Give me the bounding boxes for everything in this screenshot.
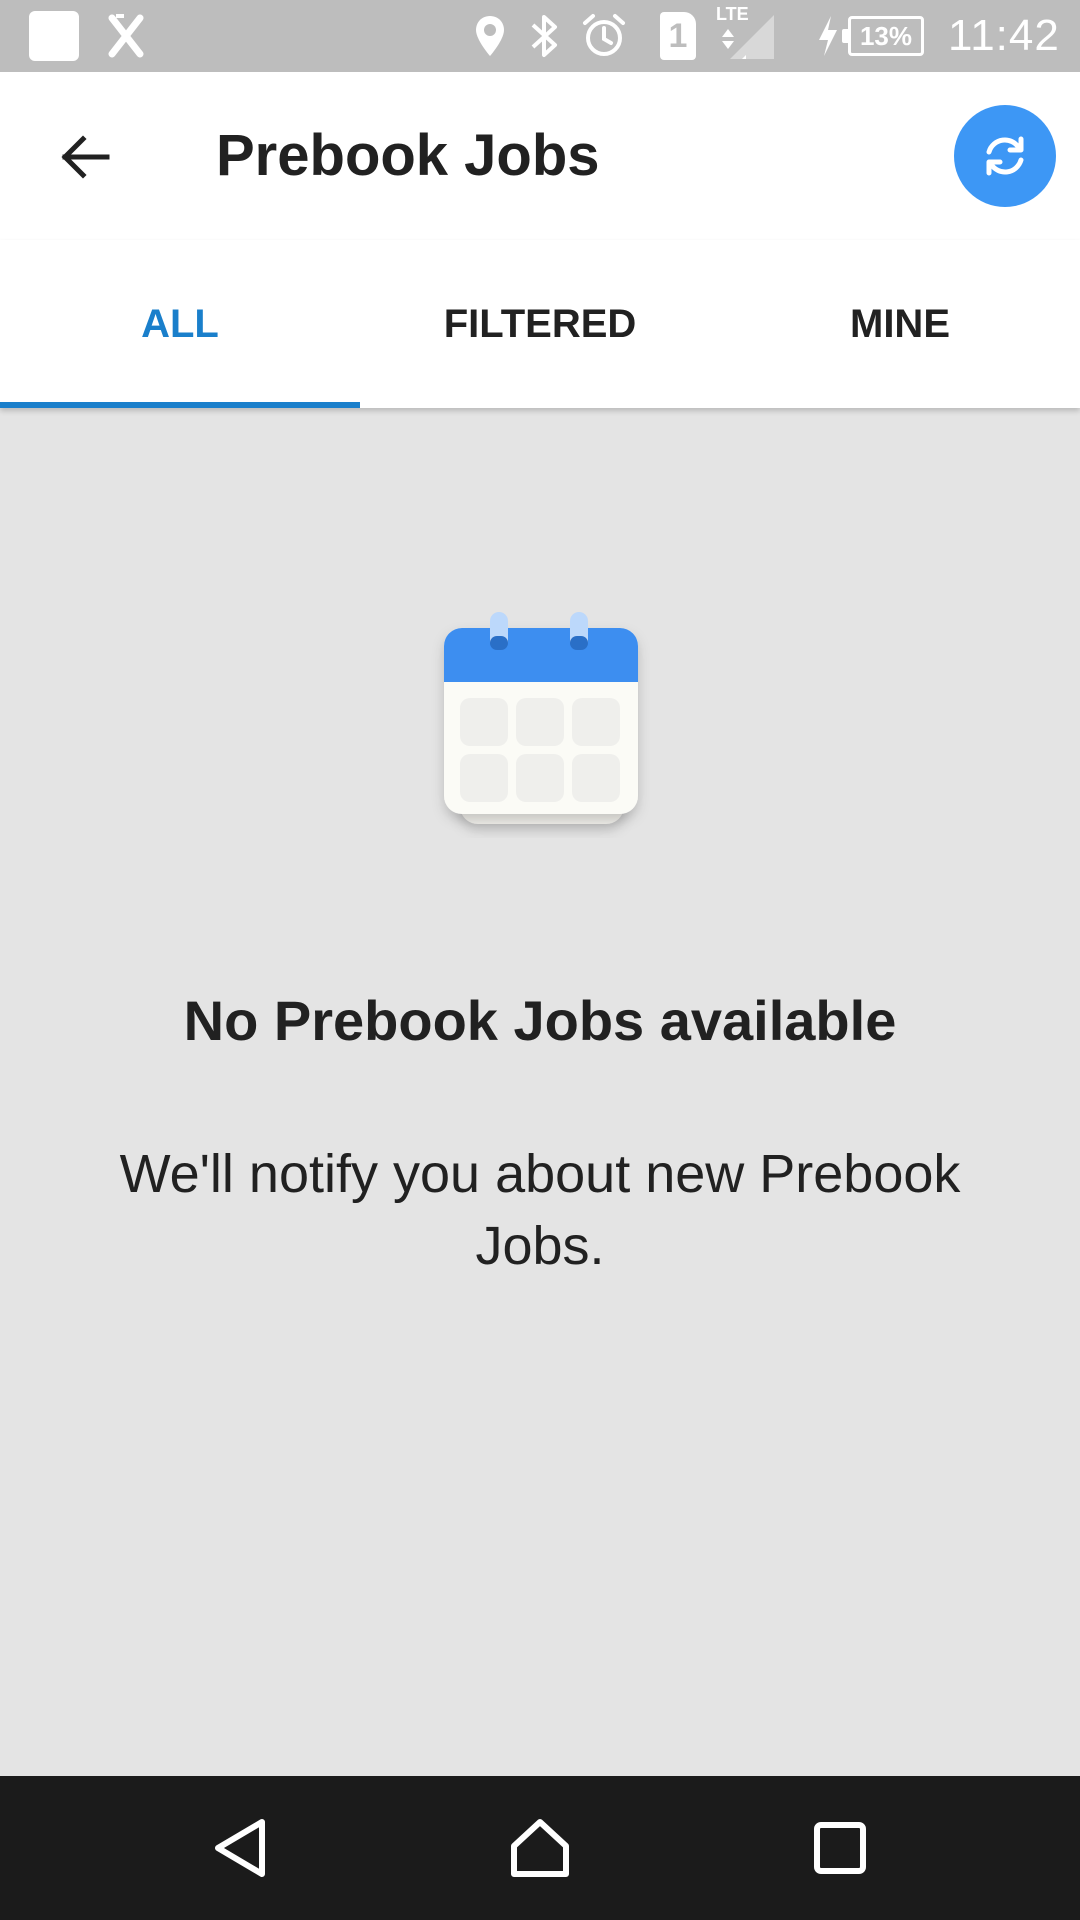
calendar-icon — [430, 598, 650, 838]
navigation-bar — [0, 1776, 1080, 1920]
back-triangle-icon — [215, 1819, 265, 1877]
sim-slot-label: 1 — [660, 12, 696, 60]
recents-square-icon — [814, 1822, 866, 1874]
empty-state-message: We'll notify you about new Prebook Jobs. — [119, 1144, 961, 1276]
back-button[interactable] — [40, 112, 130, 202]
tab-mine[interactable]: MINE — [720, 240, 1080, 408]
home-icon — [511, 1819, 569, 1877]
screen: 1 LTE 13% 11:42 Prebook Jobs ALL FILTERE… — [0, 0, 1080, 1920]
nav-recents-button[interactable] — [790, 1798, 890, 1898]
notification-square-icon — [28, 0, 80, 72]
tab-filtered[interactable]: FILTERED — [360, 240, 720, 408]
page-title: Prebook Jobs — [216, 123, 600, 188]
nav-home-button[interactable] — [490, 1798, 590, 1898]
signal-icon — [712, 0, 778, 72]
battery-icon: 13% — [842, 0, 926, 72]
sim-icon: 1 — [656, 0, 700, 72]
arrow-back-icon — [61, 135, 110, 179]
x-app-icon — [100, 0, 152, 72]
refresh-button[interactable] — [954, 105, 1056, 207]
nav-back-button[interactable] — [190, 1798, 290, 1898]
empty-state: No Prebook Jobs available We'll notify y… — [0, 408, 1080, 1776]
battery-percent: 13% — [859, 20, 913, 51]
location-icon — [468, 0, 512, 72]
refresh-icon — [986, 136, 1024, 176]
tab-all[interactable]: ALL — [0, 240, 360, 408]
status-bar: 1 LTE 13% 11:42 — [0, 0, 1080, 72]
empty-state-title: No Prebook Jobs available — [183, 989, 897, 1052]
app-bar: Prebook Jobs — [0, 72, 1080, 240]
alarm-icon — [576, 0, 632, 72]
bluetooth-icon — [522, 0, 566, 72]
charging-icon — [810, 0, 846, 72]
tab-bar: ALL FILTERED MINE — [0, 240, 1080, 408]
clock: 11:42 — [948, 11, 1060, 60]
